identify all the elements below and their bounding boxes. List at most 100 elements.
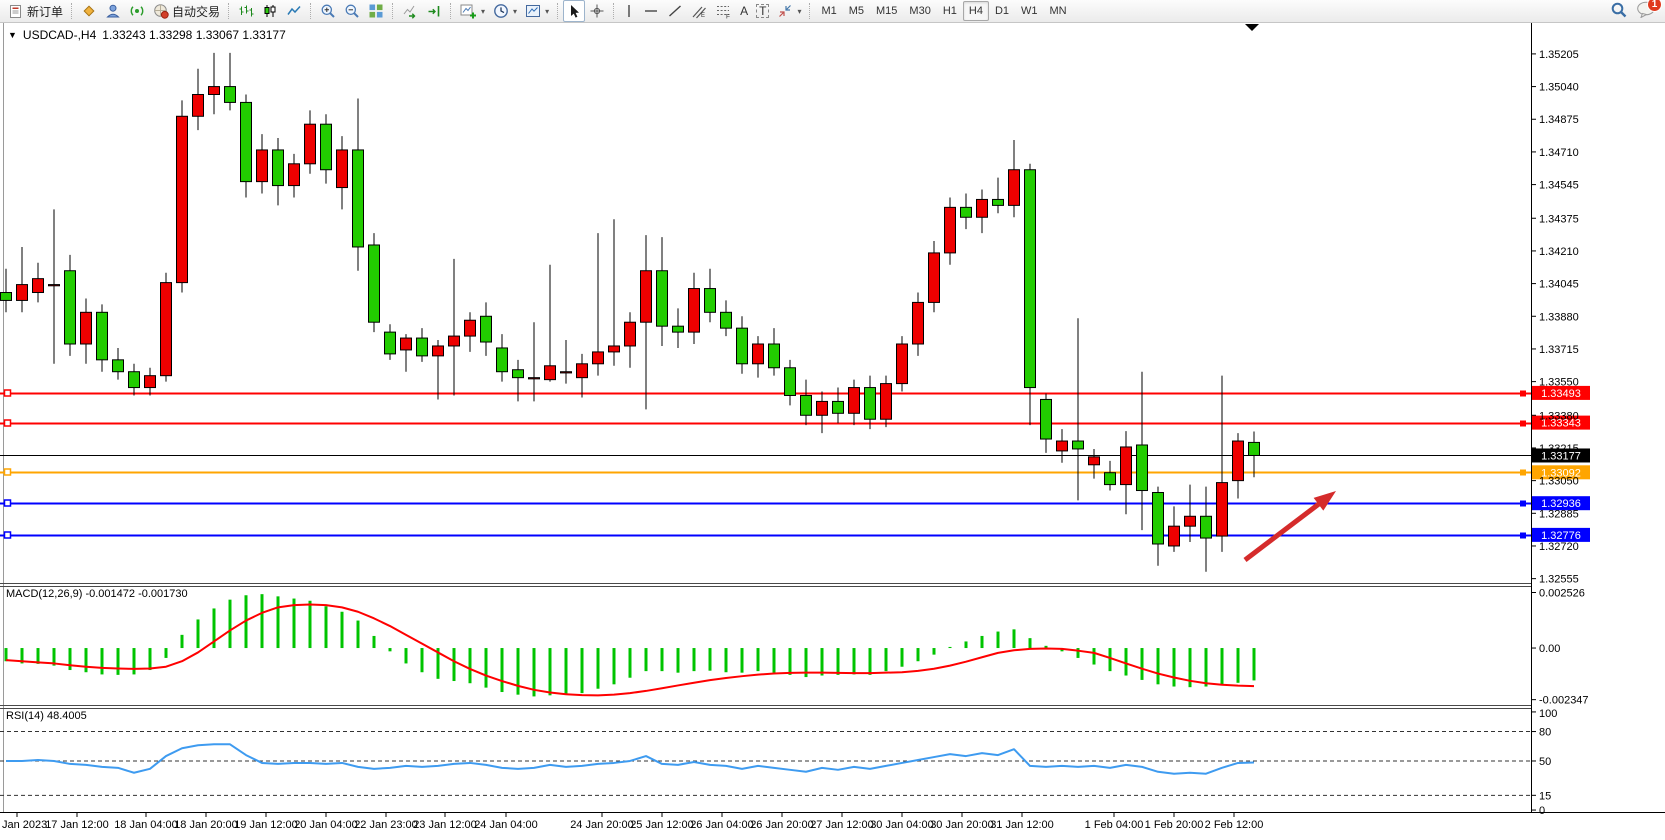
candle: [513, 370, 524, 378]
cursor-button[interactable]: [563, 0, 585, 22]
chart-shift-button[interactable]: [422, 0, 446, 22]
line-anchor-left[interactable]: [5, 500, 11, 506]
vertical-line-button[interactable]: [619, 0, 639, 22]
timeframe-button-m15[interactable]: M15: [870, 1, 903, 21]
equidistant-channel-button[interactable]: E: [687, 0, 711, 22]
chart-window[interactable]: 1.334931.333431.331771.330921.329361.327…: [0, 23, 1665, 835]
market-watch-button[interactable]: [77, 0, 101, 22]
chart-symbol-label: USDCAD-,H4: [23, 28, 96, 42]
line-anchor-left[interactable]: [5, 469, 11, 475]
text-label-button[interactable]: T: [752, 0, 773, 22]
price-tick-label: 1.33050: [1539, 476, 1579, 488]
line-anchor-right[interactable]: [1520, 470, 1526, 476]
main-toolbar: 新订单自动交易▾▾▾EFAT▾M1M5M15M30H1H4D1W1MN1: [0, 0, 1665, 23]
candle: [1153, 493, 1164, 544]
crosshair-button[interactable]: [585, 0, 609, 22]
line-anchor-left[interactable]: [5, 420, 11, 426]
chevron-down-icon: ▾: [481, 7, 485, 16]
fibonacci-button[interactable]: F: [711, 0, 736, 22]
candle: [321, 124, 332, 170]
candle: [673, 326, 684, 332]
line-anchor-right[interactable]: [1520, 501, 1526, 507]
line-anchor-right[interactable]: [1520, 421, 1526, 427]
chevron-down-icon[interactable]: ▼: [8, 30, 17, 40]
toolbar-separator: [613, 3, 615, 19]
timeframe-button-h1[interactable]: H1: [937, 1, 963, 21]
time-tick-label: 22 Jan 23:00: [354, 819, 418, 831]
search-icon[interactable]: [1610, 1, 1628, 22]
line-chart-button[interactable]: [282, 0, 306, 22]
candle: [801, 395, 812, 415]
timeframe-button-m5[interactable]: M5: [843, 1, 870, 21]
timeframe-button-d1[interactable]: D1: [989, 1, 1015, 21]
candle: [241, 102, 252, 181]
candlestick-chart-button[interactable]: [258, 0, 282, 22]
signals-button[interactable]: [125, 0, 149, 22]
zoom-out-button[interactable]: [340, 0, 364, 22]
candle: [401, 338, 412, 350]
candle: [1057, 441, 1068, 451]
accounts-button[interactable]: [101, 0, 125, 22]
time-tick-label: 23 Jan 12:00: [413, 819, 477, 831]
candle: [177, 116, 188, 282]
toolbar-separator: [71, 3, 73, 19]
chevron-down-icon: ▾: [513, 7, 517, 16]
shapes-button[interactable]: ▾: [773, 0, 805, 22]
candle: [17, 285, 28, 301]
time-tick-label: 30 Jan 04:00: [870, 819, 934, 831]
price-tick-label: 1.33880: [1539, 311, 1579, 323]
timeframe-button-w1[interactable]: W1: [1015, 1, 1044, 21]
price-tick-label: 1.33215: [1539, 443, 1579, 455]
chart-canvas[interactable]: 1.334931.333431.331771.330921.329361.327…: [0, 23, 1665, 835]
auto-trading-button[interactable]: 自动交易: [149, 0, 224, 22]
time-tick-label: 1 Feb 20:00: [1145, 819, 1204, 831]
time-tick-label: 16 Jan 2023: [0, 819, 47, 831]
auto-scroll-button[interactable]: [398, 0, 422, 22]
candle: [129, 372, 140, 388]
candle: [849, 388, 860, 414]
periods-button[interactable]: ▾: [489, 0, 521, 22]
time-tick-label: 24 Jan 04:00: [474, 819, 538, 831]
candle: [737, 328, 748, 364]
timeframe-button-m1[interactable]: M1: [815, 1, 842, 21]
tile-windows-button[interactable]: [364, 0, 388, 22]
candle: [929, 253, 940, 303]
zoom-in-button[interactable]: [316, 0, 340, 22]
candle: [161, 283, 172, 376]
price-tick-label: 1.35040: [1539, 82, 1579, 94]
line-anchor-right[interactable]: [1520, 533, 1526, 539]
candle: [1137, 445, 1148, 491]
time-tick-label: 27 Jan 12:00: [810, 819, 874, 831]
candle: [1217, 483, 1228, 536]
crosshair-icon: [589, 3, 605, 19]
time-tick-label: 31 Jan 12:00: [990, 819, 1054, 831]
bar-chart-button[interactable]: [234, 0, 258, 22]
line-anchor-left[interactable]: [5, 532, 11, 538]
candle: [1249, 442, 1260, 455]
notifications-button[interactable]: 1: [1636, 1, 1656, 21]
timeframe-button-m30[interactable]: M30: [903, 1, 936, 21]
bar-chart-icon: [238, 3, 254, 19]
candle: [113, 360, 124, 372]
line-anchor-right[interactable]: [1520, 391, 1526, 397]
macd-tick-label: 0.002526: [1539, 587, 1585, 599]
line-anchor-left[interactable]: [5, 390, 11, 396]
new-chart-button[interactable]: ▾: [456, 0, 489, 22]
toolbar-separator: [310, 3, 312, 19]
candle: [993, 199, 1004, 205]
new-order-button-label: 新订单: [27, 3, 63, 20]
price-tick-label: 1.35205: [1539, 49, 1579, 61]
text-tool-button[interactable]: A: [736, 0, 752, 22]
candle: [721, 312, 732, 328]
timeframe-button-h4[interactable]: H4: [963, 1, 989, 21]
candlestick-chart-icon: [262, 3, 278, 19]
price-tick-label: 1.34710: [1539, 147, 1579, 159]
templates-button[interactable]: ▾: [521, 0, 553, 22]
new-order-button[interactable]: 新订单: [5, 0, 67, 22]
candle: [33, 279, 44, 293]
timeframe-button-mn[interactable]: MN: [1044, 1, 1073, 21]
time-tick-label: 18 Jan 04:00: [114, 819, 178, 831]
candle: [369, 245, 380, 322]
trendline-button[interactable]: [663, 0, 687, 22]
horizontal-line-button[interactable]: [639, 0, 663, 22]
